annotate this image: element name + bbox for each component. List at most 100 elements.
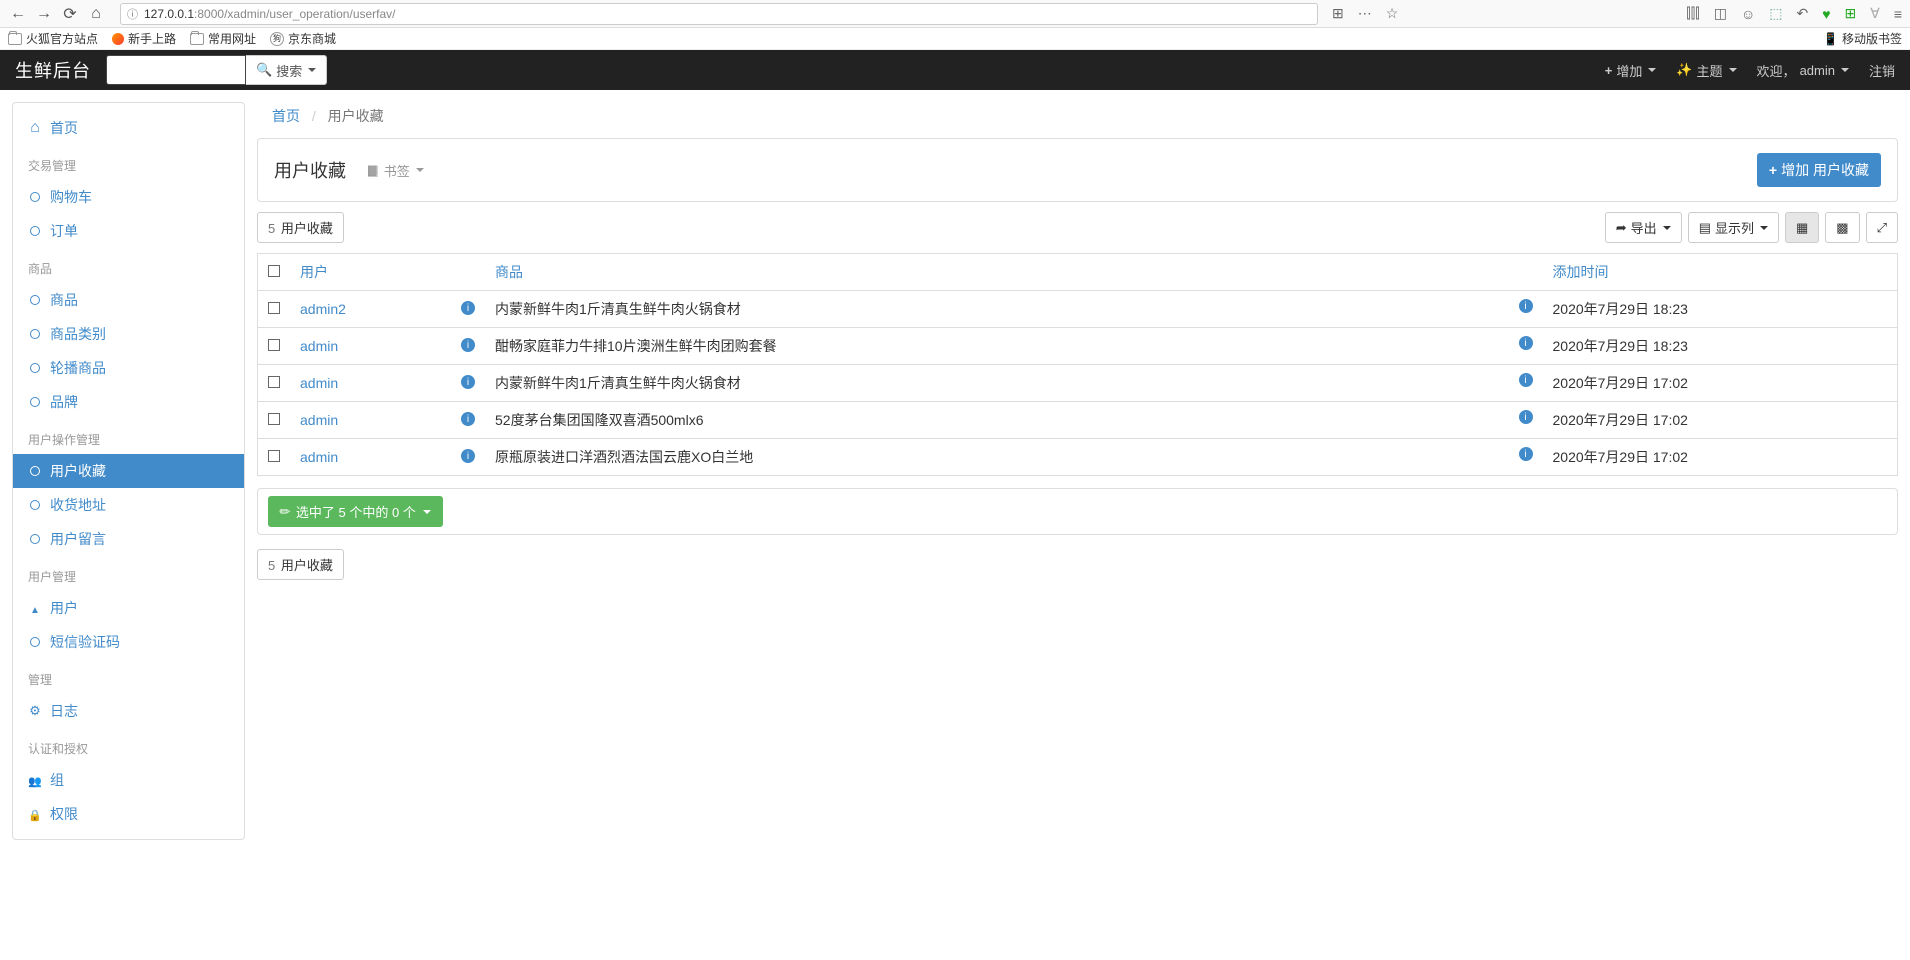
user-link[interactable]: admin xyxy=(300,375,338,391)
sidebar-icon[interactable]: ◫ xyxy=(1714,5,1727,22)
ext3-icon[interactable]: ⊞ xyxy=(1845,5,1857,22)
sidebar-item-cart[interactable]: 购物车 xyxy=(13,180,244,214)
fullscreen-button[interactable] xyxy=(1866,212,1898,243)
user-link[interactable]: admin xyxy=(300,449,338,465)
view-grid-button[interactable] xyxy=(1785,212,1819,243)
col-user-header[interactable]: 用户 xyxy=(290,254,485,291)
sidebar-item-goods[interactable]: 商品 xyxy=(13,283,244,317)
search-button[interactable]: 🔍搜索 xyxy=(246,55,327,85)
info-icon[interactable]: i xyxy=(1519,336,1533,350)
ext1-icon[interactable]: ⬚ xyxy=(1769,5,1782,22)
info-icon[interactable]: i xyxy=(461,375,475,389)
app-navbar: 生鲜后台 🔍搜索 增加 ✨主题 欢迎，admin 注销 xyxy=(0,50,1910,90)
forward-button[interactable]: → xyxy=(34,4,54,24)
action-label: 选中了 5 个中的 0 个 xyxy=(296,502,416,521)
qr-icon[interactable]: ⊞ xyxy=(1332,5,1344,22)
row-checkbox[interactable] xyxy=(268,376,280,388)
col-goods-header[interactable]: 商品 xyxy=(485,254,1543,291)
bookmark-star-icon[interactable]: ☆ xyxy=(1386,5,1399,22)
bookmark-menu[interactable]: 书签 xyxy=(366,161,424,180)
address-bar[interactable]: ⓘ 127.0.0.1:8000/xadmin/user_operation/u… xyxy=(120,3,1318,25)
sidebar-item-group[interactable]: 组 xyxy=(13,763,244,797)
theme-menu[interactable]: ✨主题 xyxy=(1676,61,1736,80)
ext4-icon[interactable]: ∀ xyxy=(1870,5,1880,22)
select-all-checkbox[interactable] xyxy=(268,265,280,277)
sidebar-item-sms[interactable]: 短信验证码 xyxy=(13,625,244,659)
info-icon[interactable]: i xyxy=(461,338,475,352)
cell-goods: 内蒙新鲜牛肉1斤清真生鲜牛肉火锅食材i xyxy=(485,291,1543,328)
cell-user: admin i xyxy=(290,439,485,476)
search-input[interactable] xyxy=(106,55,246,85)
row-checkbox[interactable] xyxy=(268,450,280,462)
cell-user: admin i xyxy=(290,365,485,402)
sidebar-item-order[interactable]: 订单 xyxy=(13,214,244,248)
info-icon[interactable]: i xyxy=(1519,373,1533,387)
bookmark-item[interactable]: 狗京东商城 xyxy=(270,30,336,47)
ext2-icon[interactable]: ↶ xyxy=(1796,5,1808,22)
site-info-icon[interactable]: ⓘ xyxy=(127,6,138,22)
sidebar-item-goodscat[interactable]: 商品类别 xyxy=(13,317,244,351)
account-icon[interactable]: ☺ xyxy=(1741,6,1755,22)
info-icon[interactable]: i xyxy=(461,449,475,463)
sidebar-item-usermsg[interactable]: 用户留言 xyxy=(13,522,244,556)
user-link[interactable]: admin xyxy=(300,412,338,428)
sidebar-item-userfav[interactable]: 用户收藏 xyxy=(13,454,244,488)
sidebar-item-label: 短信验证码 xyxy=(50,632,120,652)
bookmark-item[interactable]: 新手上路 xyxy=(112,30,176,47)
caret-icon xyxy=(1729,68,1737,72)
row-checkbox[interactable] xyxy=(268,302,280,314)
mobile-bookmarks-label: 移动版书签 xyxy=(1842,30,1902,47)
logout-link[interactable]: 注销 xyxy=(1869,61,1895,80)
sidebar-item-home[interactable]: 首页 xyxy=(13,111,244,145)
home-button[interactable]: ⌂ xyxy=(86,4,106,24)
bookmark-label: 火狐官方站点 xyxy=(26,30,98,47)
breadcrumb-home[interactable]: 首页 xyxy=(272,108,300,124)
sidebar-item-user[interactable]: 用户 xyxy=(13,591,244,625)
bookmark-item[interactable]: 火狐官方站点 xyxy=(8,30,98,47)
sidebar-item-brand[interactable]: 品牌 xyxy=(13,385,244,419)
select-all-cell xyxy=(258,254,291,291)
row-checkbox[interactable] xyxy=(268,413,280,425)
menu-icon[interactable]: ≡ xyxy=(1894,6,1902,22)
info-icon[interactable]: i xyxy=(461,301,475,315)
col-time-header[interactable]: 添加时间 xyxy=(1543,254,1898,291)
sidebar-section: 交易管理 xyxy=(13,151,244,180)
shield-icon[interactable]: ♥ xyxy=(1822,6,1830,22)
user-link[interactable]: admin xyxy=(300,338,338,354)
user-link[interactable]: admin2 xyxy=(300,301,346,317)
brand[interactable]: 生鲜后台 xyxy=(15,57,91,83)
navbar-right: 增加 ✨主题 欢迎，admin 注销 xyxy=(1605,61,1895,80)
export-button[interactable]: 导出 xyxy=(1605,212,1682,243)
mobile-bookmarks[interactable]: 📱移动版书签 xyxy=(1823,30,1902,47)
back-button[interactable]: ← xyxy=(8,4,28,24)
bookmark-label: 书签 xyxy=(384,161,410,180)
view-grid2-button[interactable] xyxy=(1825,212,1859,243)
add-menu[interactable]: 增加 xyxy=(1605,61,1657,80)
reload-button[interactable]: ⟳ xyxy=(60,4,80,24)
info-icon[interactable]: i xyxy=(1519,410,1533,424)
bookmark-item[interactable]: 常用网址 xyxy=(190,30,256,47)
sidebar-item-label: 首页 xyxy=(50,118,78,138)
columns-button[interactable]: 显示列 xyxy=(1688,212,1779,243)
sidebar-item-perm[interactable]: 权限 xyxy=(13,797,244,831)
library-icon[interactable]: ⫿⫿⫿ xyxy=(1686,5,1699,22)
info-icon[interactable]: i xyxy=(461,412,475,426)
sidebar-item-useraddr[interactable]: 收货地址 xyxy=(13,488,244,522)
info-icon[interactable]: i xyxy=(1519,299,1533,313)
count-badge-footer: 5 用户收藏 xyxy=(257,549,344,580)
sidebar-item-log[interactable]: 日志 xyxy=(13,694,244,728)
sidebar-item-carousel[interactable]: 轮播商品 xyxy=(13,351,244,385)
table-row: admini酣畅家庭菲力牛排10片澳洲生鲜牛肉团购套餐i2020年7月29日 1… xyxy=(258,328,1898,365)
circle-icon xyxy=(28,464,42,479)
info-icon[interactable]: i xyxy=(1519,447,1533,461)
bulk-action-button[interactable]: 选中了 5 个中的 0 个 xyxy=(268,496,443,527)
more-icon[interactable]: ⋯ xyxy=(1358,5,1372,22)
bookmark-bar: 火狐官方站点 新手上路 常用网址 狗京东商城 📱移动版书签 xyxy=(0,28,1910,50)
sidebar-item-label: 订单 xyxy=(50,221,78,241)
lock-icon xyxy=(28,807,42,822)
user-menu[interactable]: 欢迎，admin xyxy=(1757,61,1849,80)
row-checkbox[interactable] xyxy=(268,339,280,351)
add-userfav-button[interactable]: 增加 用户收藏 xyxy=(1757,153,1881,187)
circle-icon xyxy=(28,635,42,650)
firefox-icon xyxy=(112,33,124,45)
